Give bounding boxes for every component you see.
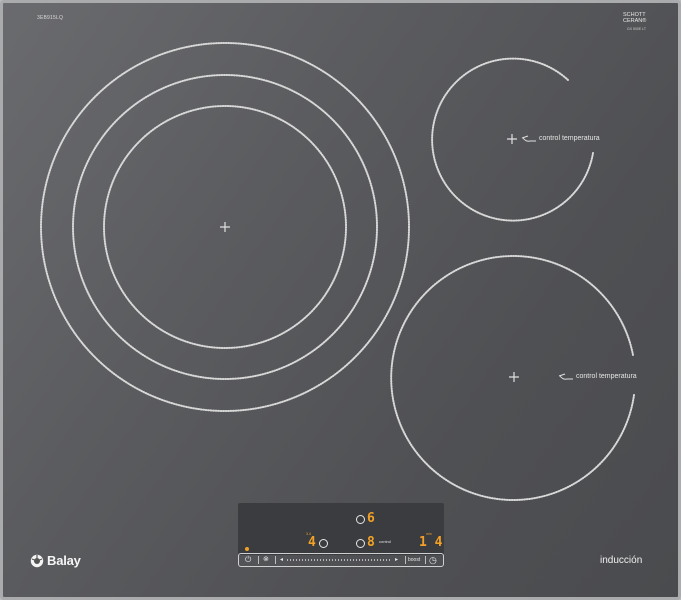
zone-right-top-center-mark xyxy=(507,134,517,144)
separator xyxy=(258,556,259,564)
zone-right-bottom-label: control temperatura xyxy=(576,373,637,380)
zone-c-tiny: control xyxy=(379,539,392,544)
zone-right-top-label: control temperatura xyxy=(539,135,600,142)
zone-a-level: 6 xyxy=(367,511,375,526)
separator xyxy=(425,556,426,564)
balay-emblem-icon xyxy=(30,554,44,567)
zone-a-select[interactable] xyxy=(356,515,365,524)
child-lock-icon[interactable]: ⊗ xyxy=(263,554,269,566)
zone-large-center-mark xyxy=(220,222,230,232)
minus-button[interactable]: ◂ xyxy=(280,554,283,566)
pan-icon-top xyxy=(521,135,536,142)
power-icon[interactable]: ⏻ xyxy=(245,554,251,566)
separator xyxy=(405,556,406,564)
clock-icon[interactable]: ◷ xyxy=(429,554,437,566)
plus-button[interactable]: ▸ xyxy=(395,554,398,566)
zone-right-bottom-center-mark xyxy=(509,372,519,382)
boost-button[interactable]: boost xyxy=(408,554,420,566)
pan-icon-bottom xyxy=(558,373,573,380)
zone-b-level: 4 xyxy=(308,535,316,550)
brand-logo: Balay xyxy=(30,553,81,568)
induction-label: inducción xyxy=(600,555,643,566)
power-slider[interactable] xyxy=(287,559,391,561)
power-indicator-dot xyxy=(245,547,249,551)
separator xyxy=(275,556,276,564)
touch-control-bar: ⏻ ⊗ ◂ ▸ boost ◷ xyxy=(238,553,444,567)
brand-name: Balay xyxy=(47,553,81,568)
zone-c-select[interactable] xyxy=(356,539,365,548)
zone-b-select[interactable] xyxy=(319,539,328,548)
timer-display: 1 4 xyxy=(419,535,443,550)
control-display: 6 3.4 4 8 control min 1 4 xyxy=(238,503,444,555)
zone-c-level: 8 xyxy=(367,535,375,550)
